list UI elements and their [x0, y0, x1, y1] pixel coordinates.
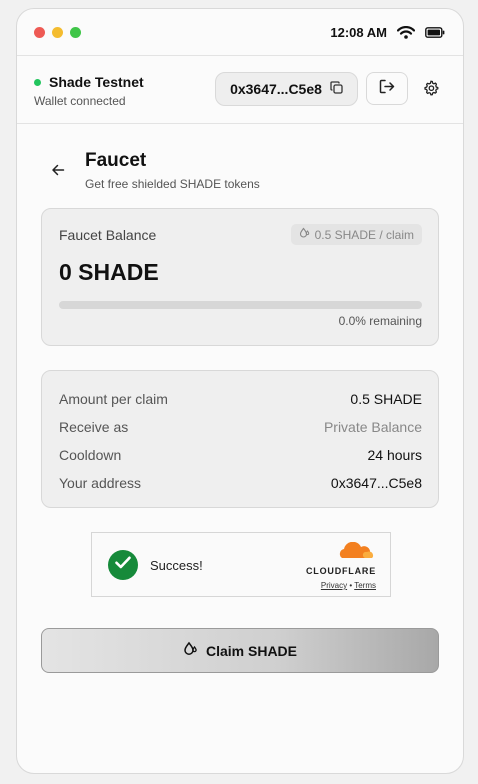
window-controls	[34, 26, 81, 38]
privacy-link[interactable]: Privacy	[321, 581, 347, 590]
detail-row-receive-as: Receive as Private Balance	[59, 413, 422, 441]
terms-link[interactable]: Terms	[354, 581, 376, 590]
claim-shade-button[interactable]: Claim SHADE	[41, 628, 439, 673]
logout-button[interactable]	[366, 72, 408, 105]
faucet-balance-card: Faucet Balance 0.5 SHADE / claim 0 SHADE…	[41, 208, 439, 346]
claim-details-card: Amount per claim 0.5 SHADE Receive as Pr…	[41, 370, 439, 508]
copy-icon	[330, 81, 343, 97]
page-title: Faucet	[85, 150, 147, 171]
detail-value: 0x3647...C5e8	[330, 475, 422, 491]
connection-status-dot	[34, 78, 41, 86]
detail-value: 0.5 SHADE	[350, 391, 422, 407]
title-bar: 12:08 AM	[17, 9, 463, 55]
droplet-icon	[299, 227, 311, 242]
cloudflare-captcha-widget[interactable]: Success! CLOUDFLARE Privacy • Terms	[91, 532, 391, 597]
wifi-icon	[397, 25, 415, 39]
detail-label: Your address	[59, 475, 141, 491]
page-subtitle: Get free shielded SHADE tokens	[85, 177, 260, 191]
link-separator: •	[349, 581, 353, 590]
claim-rate-badge: 0.5 SHADE / claim	[290, 224, 422, 245]
check-icon	[115, 556, 131, 574]
faucet-balance-label: Faucet Balance	[59, 227, 157, 243]
minimize-window-button[interactable]	[52, 26, 63, 38]
settings-button[interactable]	[421, 80, 441, 100]
captcha-links: Privacy • Terms	[286, 581, 376, 590]
claim-details-list: Amount per claim 0.5 SHADE Receive as Pr…	[59, 385, 422, 497]
arrow-left-icon	[51, 164, 65, 181]
wallet-header: Shade Testnet Wallet connected 0x3647...…	[17, 55, 463, 124]
network-info: Shade Testnet Wallet connected	[34, 74, 144, 108]
cloudflare-wordmark: CLOUDFLARE	[306, 566, 376, 576]
detail-row-amount: Amount per claim 0.5 SHADE	[59, 385, 422, 413]
gear-icon	[423, 80, 439, 101]
connection-status: Wallet connected	[34, 94, 126, 108]
clock: 12:08 AM	[330, 24, 387, 40]
droplet-icon	[183, 641, 199, 660]
claim-rate: 0.5 SHADE / claim	[314, 227, 414, 242]
close-window-button[interactable]	[34, 26, 45, 38]
cloudflare-branding: CLOUDFLARE Privacy • Terms	[286, 541, 376, 590]
remaining-progress-bar	[59, 301, 422, 309]
copy-address-button[interactable]: 0x3647...C5e8	[215, 72, 358, 106]
battery-icon	[425, 26, 445, 38]
status-bar: 12:08 AM	[330, 25, 445, 40]
detail-label: Cooldown	[59, 447, 122, 463]
captcha-status: Success!	[150, 558, 203, 573]
claim-button-label: Claim SHADE	[205, 642, 298, 659]
faucet-balance-value: 0 SHADE	[59, 259, 159, 285]
wallet-address: 0x3647...C5e8	[230, 81, 322, 97]
network-name: Shade Testnet	[49, 74, 144, 90]
detail-value: 24 hours	[367, 447, 422, 463]
app-window: 12:08 AM Shade Testnet Wallet connected …	[16, 8, 464, 774]
logout-icon	[379, 79, 395, 99]
detail-label: Amount per claim	[59, 391, 168, 407]
maximize-window-button[interactable]	[70, 26, 81, 38]
back-button[interactable]	[51, 163, 65, 177]
detail-row-address: Your address 0x3647...C5e8	[59, 469, 422, 497]
success-check-badge	[108, 550, 138, 580]
detail-row-cooldown: Cooldown 24 hours	[59, 441, 422, 469]
remaining-percent: 0.0% remaining	[338, 314, 422, 328]
detail-label: Receive as	[59, 419, 129, 435]
detail-value: Private Balance	[323, 419, 422, 435]
cloudflare-logo-icon	[286, 541, 374, 565]
